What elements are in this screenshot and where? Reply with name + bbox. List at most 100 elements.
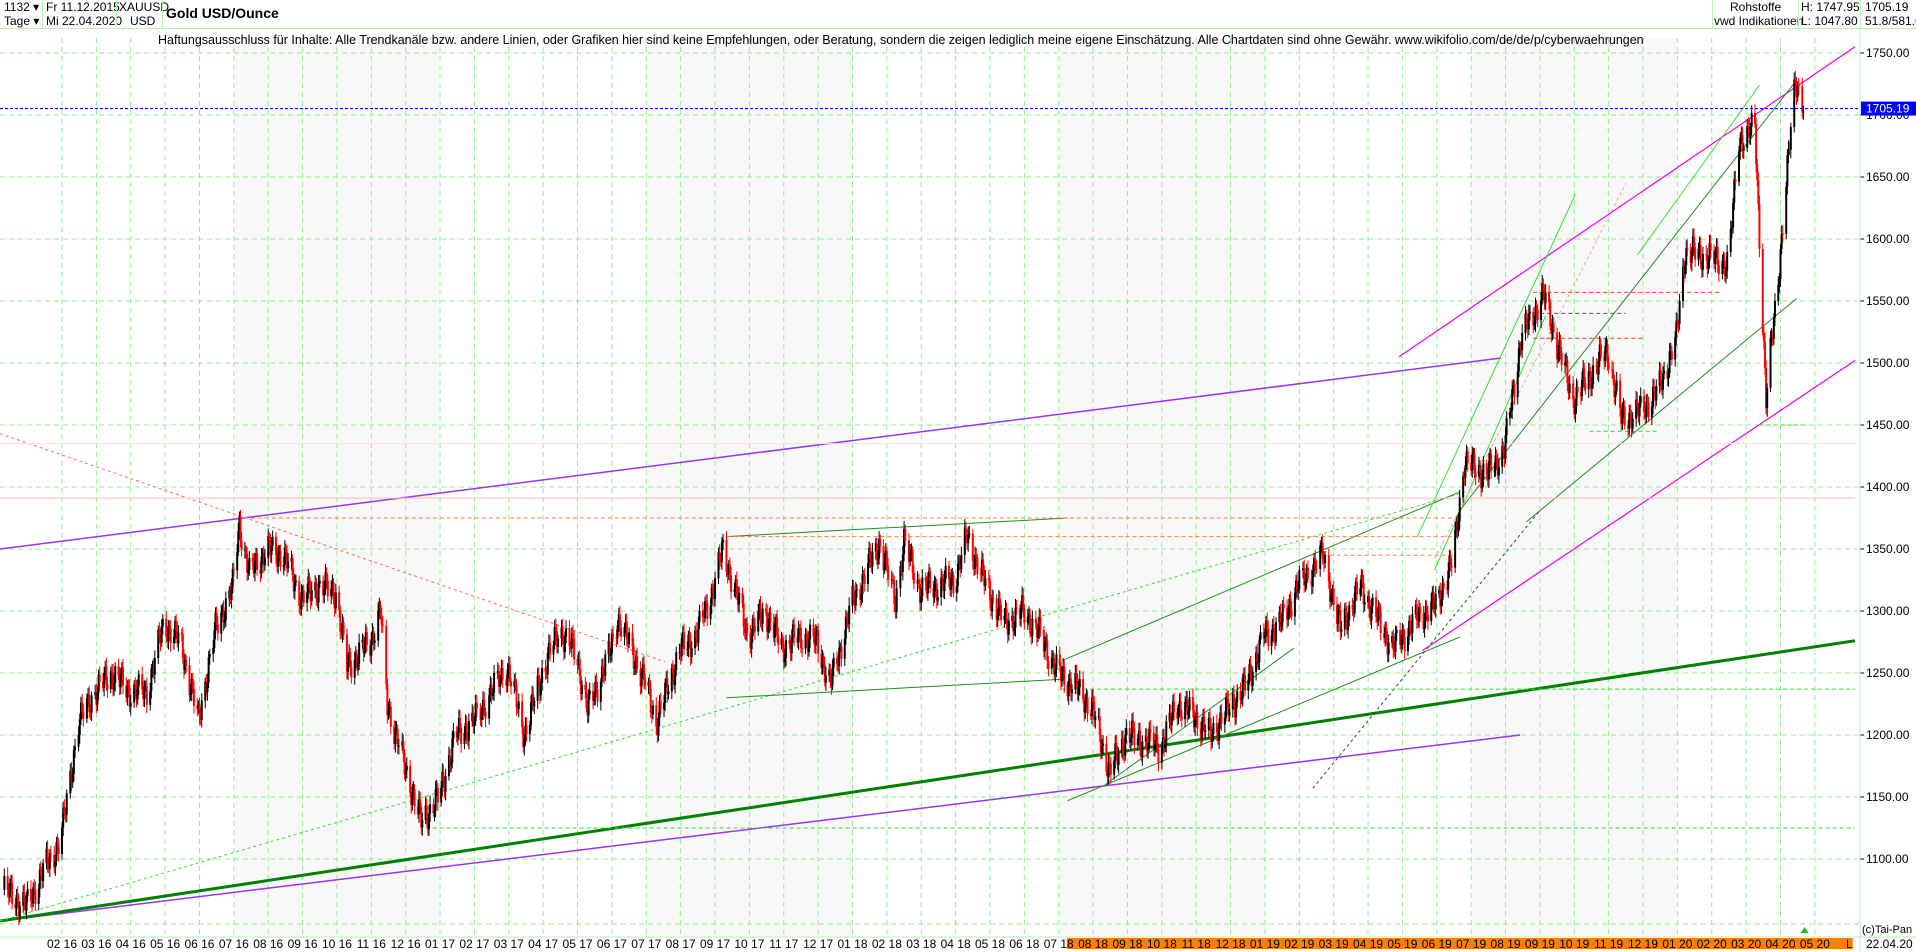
- candle-body: [1781, 233, 1784, 235]
- candle-body: [1321, 542, 1324, 560]
- candle-body: [651, 705, 654, 715]
- y-tick-label: 1150.00: [1866, 790, 1909, 804]
- footer-date: 22.04.20: [1866, 937, 1913, 951]
- candle-body: [984, 578, 987, 586]
- candle-body: [730, 575, 733, 592]
- candle-body: [992, 598, 995, 600]
- candle-body: [1332, 588, 1335, 606]
- price-chart[interactable]: 1100.00 1150.00 1200.00 1250.00 1300.00 1350.…: [0, 0, 1916, 952]
- x-tick-label: 02 20: [1697, 937, 1727, 951]
- candle-body: [1015, 607, 1018, 609]
- candle-body: [824, 675, 827, 683]
- candle-body: [436, 787, 439, 803]
- candle-body: [65, 793, 68, 815]
- x-tick-label: 07 16: [219, 937, 249, 951]
- x-tick-label: 07 19: [1456, 937, 1486, 951]
- y-tick-label: 1750.00: [1866, 46, 1910, 60]
- candle-body: [1497, 466, 1500, 476]
- candle-body: [34, 889, 37, 904]
- candle-body: [793, 624, 796, 638]
- candle-body: [573, 638, 576, 660]
- x-tick-label: 03 16: [81, 937, 111, 951]
- candle-body: [57, 845, 60, 854]
- candle-body: [1311, 570, 1314, 587]
- candle-body: [1802, 111, 1805, 113]
- x-tick-label: 12 18: [1216, 937, 1246, 951]
- candle-body: [1513, 385, 1516, 398]
- candle-body: [1568, 383, 1571, 394]
- x-tick-label: 01 17: [425, 937, 455, 951]
- candle-body: [557, 638, 560, 647]
- x-tick-label: 09 16: [288, 937, 318, 951]
- candle-body: [1133, 728, 1136, 746]
- candle-body: [1298, 570, 1301, 590]
- candle-body: [682, 632, 685, 650]
- candle-body: [121, 667, 124, 686]
- candle-body: [1348, 605, 1351, 621]
- candle-body: [1419, 607, 1422, 614]
- candle-body: [855, 589, 858, 591]
- candle-body: [667, 691, 670, 695]
- candle-body: [952, 575, 955, 594]
- scale-mode-button[interactable]: L: [1846, 938, 1853, 951]
- candle-body: [1204, 730, 1207, 733]
- candle-body: [1220, 712, 1223, 725]
- candle-body: [302, 590, 305, 603]
- candle-body: [287, 561, 290, 569]
- candle-body: [706, 602, 709, 619]
- candle-body: [1647, 402, 1650, 418]
- candle-body: [1063, 666, 1066, 685]
- candle-body: [350, 667, 353, 678]
- candle-body: [1304, 580, 1307, 586]
- candle-body: [612, 634, 615, 638]
- candle-body: [936, 597, 939, 601]
- candle-body: [192, 689, 195, 706]
- candle-body: [169, 628, 172, 644]
- x-tick-label: 02 17: [459, 937, 489, 951]
- candle-body: [1395, 629, 1398, 633]
- x-tick-label: 04 16: [116, 937, 146, 951]
- period-shading: [1471, 38, 1678, 936]
- candle-body: [1528, 311, 1531, 314]
- candle-body: [1403, 637, 1406, 652]
- candle-body: [761, 608, 764, 624]
- x-tick-label: 09 19: [1525, 937, 1555, 951]
- candle-body: [506, 669, 509, 686]
- candle-body: [1102, 743, 1105, 746]
- candle-body: [1371, 597, 1374, 607]
- candle-body: [429, 804, 432, 814]
- x-tick-label: 03 20: [1731, 937, 1761, 951]
- candle-body: [895, 588, 898, 613]
- candle-body: [620, 627, 623, 637]
- candle-body: [294, 580, 297, 583]
- candle-body: [26, 888, 29, 896]
- x-tick-label: 05 16: [150, 937, 180, 951]
- candle-body: [921, 577, 924, 597]
- candle-body: [904, 528, 907, 541]
- candle-body: [848, 605, 851, 625]
- candle-body: [1789, 126, 1792, 150]
- candle-body: [690, 648, 693, 658]
- candle-body: [3, 875, 6, 890]
- candle-body: [1434, 593, 1437, 609]
- candle-body: [644, 680, 647, 686]
- candle-body: [1007, 620, 1010, 635]
- y-tick-label: 1400.00: [1866, 480, 1910, 494]
- x-tick-label: 03 17: [494, 937, 524, 951]
- x-tick-label: 08 18: [1078, 937, 1108, 951]
- candle-body: [224, 598, 227, 620]
- candle-body: [480, 711, 483, 721]
- candle-body: [1188, 697, 1191, 711]
- candle-body: [310, 590, 313, 602]
- candle-body: [887, 565, 890, 580]
- candle-body: [1055, 654, 1058, 670]
- candle-body: [1363, 602, 1366, 605]
- candle-body: [74, 746, 77, 751]
- candle-body: [549, 642, 552, 655]
- candle-body: [1379, 611, 1382, 633]
- candle-body: [1251, 671, 1254, 686]
- y-tick-label: 1350.00: [1866, 542, 1910, 556]
- candle-body: [216, 624, 219, 634]
- x-tick-label: 10 17: [734, 937, 764, 951]
- candle-body: [326, 580, 329, 597]
